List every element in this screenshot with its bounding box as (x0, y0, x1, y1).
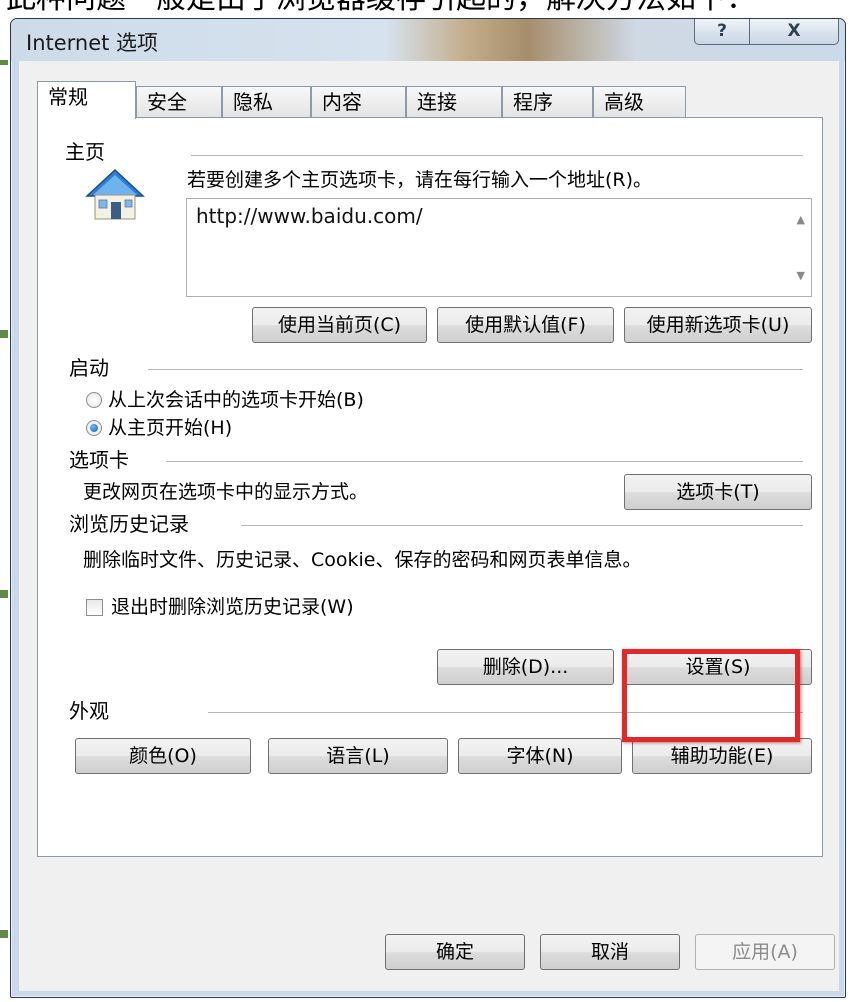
tab-advanced[interactable]: 高级 (593, 86, 686, 118)
use-current-button[interactable]: 使用当前页(C) (252, 307, 427, 343)
internet-options-dialog: Internet 选项 ? X 常规 安全 隐私 内容 连接 程序 高级 主页 (10, 18, 846, 998)
tab-content[interactable]: 内容 (311, 86, 406, 118)
tab-general[interactable]: 常规 (37, 81, 136, 119)
delete-history-button[interactable]: 删除(D)... (437, 649, 614, 685)
ok-button[interactable]: 确定 (385, 934, 525, 970)
tab-privacy[interactable]: 隐私 (222, 86, 311, 118)
startup-last-session-radio[interactable] (86, 392, 102, 408)
close-button[interactable]: X (749, 19, 839, 45)
fonts-button[interactable]: 字体(N) (458, 738, 622, 774)
background-fragment (0, 590, 8, 598)
delete-history-on-exit-label: 退出时删除浏览历史记录(W) (111, 596, 354, 618)
background-fragment (0, 330, 8, 338)
divider (166, 461, 803, 462)
homepage-instructions: 若要创建多个主页选项卡，请在每行输入一个地址(R)。 (187, 169, 653, 191)
startup-homepage-label: 从主页开始(H) (108, 417, 233, 439)
divider (148, 369, 803, 370)
use-default-button[interactable]: 使用默认值(F) (437, 307, 614, 343)
background-fragment (0, 930, 8, 938)
homepage-section-title: 主页 (65, 140, 105, 164)
history-description: 删除临时文件、历史记录、Cookie、保存的密码和网页表单信息。 (83, 549, 642, 571)
settings-highlight-annotation (622, 649, 800, 742)
use-new-tab-button[interactable]: 使用新选项卡(U) (624, 307, 812, 343)
page-caption: 此种问题一般是由于浏览器缓存引起的，解决方法如下： (6, 0, 756, 17)
scroll-up-icon[interactable]: ▲ (797, 213, 805, 226)
accessibility-button[interactable]: 辅助功能(E) (632, 738, 812, 774)
divider (241, 525, 803, 526)
cancel-button[interactable]: 取消 (540, 934, 680, 970)
window-title: Internet 选项 (26, 31, 159, 55)
dialog-client-area: 常规 安全 隐私 内容 连接 程序 高级 主页 若要创建多个主页选项卡，请在每行… (19, 61, 839, 991)
startup-last-session-label: 从上次会话中的选项卡开始(B) (108, 389, 364, 411)
tab-security[interactable]: 安全 (136, 86, 222, 118)
background-fragment (0, 60, 8, 65)
tabs-description: 更改网页在选项卡中的显示方式。 (83, 481, 369, 503)
homepage-url-value: http://www.baidu.com/ (196, 204, 423, 228)
help-button[interactable]: ? (694, 19, 750, 45)
house-icon (85, 168, 145, 220)
tab-connections[interactable]: 连接 (406, 86, 502, 118)
tab-programs[interactable]: 程序 (502, 86, 593, 118)
apply-button[interactable]: 应用(A) (695, 934, 835, 970)
startup-homepage-radio[interactable] (86, 420, 102, 436)
appearance-section-title: 外观 (69, 699, 109, 723)
title-bar[interactable]: Internet 选项 ? X (11, 19, 845, 61)
delete-history-on-exit-checkbox[interactable] (86, 599, 103, 616)
history-section-title: 浏览历史记录 (69, 512, 189, 536)
colors-button[interactable]: 颜色(O) (75, 738, 251, 774)
tabs-section-title: 选项卡 (69, 448, 129, 472)
tabs-settings-button[interactable]: 选项卡(T) (624, 474, 812, 510)
general-tab-panel: 主页 若要创建多个主页选项卡，请在每行输入一个地址(R)。 http://www… (37, 117, 823, 857)
scroll-down-icon[interactable]: ▼ (797, 269, 805, 282)
divider (191, 155, 803, 156)
startup-section-title: 启动 (69, 356, 109, 380)
homepage-url-textarea[interactable]: http://www.baidu.com/ ▲ ▼ (186, 198, 812, 297)
languages-button[interactable]: 语言(L) (268, 738, 448, 774)
